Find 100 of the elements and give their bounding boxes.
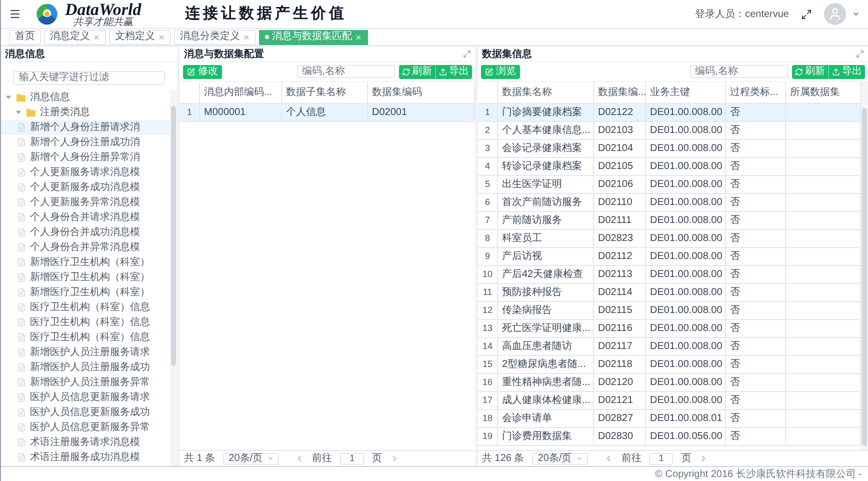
row-number: 17 [478,392,498,409]
row-number: 2 [478,122,498,139]
page-size-select[interactable]: 20条/页 [532,452,588,464]
table-cell: DE01.00.008.00 [646,248,726,265]
table-cell: 产后访视 [498,248,594,265]
table-cell: D02121 [594,392,646,409]
table-row[interactable]: 15 2型糖尿病患者随... D02118 DE01.00.008.00 否 [478,356,861,374]
tree-item[interactable]: 医疗卫生机构（科室）信息 [1,330,170,345]
table-row[interactable]: 19 门诊费用数据集 D02830 DE01.00.056.00 否 [478,428,861,446]
page-unit: 页 [372,452,382,466]
scrollbar[interactable] [170,90,177,466]
tree-folder[interactable]: 消息信息 [1,90,170,105]
tree-item[interactable]: 新增医护人员注册服务成功 [1,360,170,375]
tab[interactable]: 消息分类定义 [174,30,256,44]
table-cell: 否 [726,374,786,391]
table-row[interactable]: 5 出生医学证明 D02106 DE01.00.008.00 否 [478,176,861,194]
table-row[interactable]: 14 高血压患者随访 D02117 DE01.00.008.00 否 [478,338,861,356]
page-size-select[interactable]: 20条/页 [223,452,280,464]
tree-item-label: 新增个人身份注册成功消 [30,136,140,150]
table-row[interactable]: 6 首次产前随访服务 D02110 DE01.00.008.00 否 [478,194,861,212]
row-number: 12 [478,302,498,319]
table-cell: DE01.00.008.00 [646,104,726,121]
tree-item[interactable]: 个人更新服务请求消息模 [1,165,170,180]
tab[interactable]: 首页 [9,30,41,44]
page-unit: 页 [681,452,692,466]
table-row[interactable]: 17 成人健康体检健康... D02121 DE01.00.008.00 否 [478,392,861,410]
avatar[interactable] [824,3,846,25]
table-row[interactable]: 1 门诊摘要健康档案 D02122 DE01.00.008.00 否 [478,104,861,122]
tree-item[interactable]: 新增医疗卫生机构（科室） [1,255,170,270]
close-icon[interactable] [243,34,250,40]
document-icon [17,438,26,447]
page-input[interactable]: 1 [340,452,364,464]
tree-item[interactable]: 新增医护人员注册服务异常 [1,375,170,390]
table-cell: M000001 [200,104,282,121]
table-cell: 高血压患者随访 [498,338,594,355]
total-count: 共 1 条 [184,452,216,466]
chevron-down-icon [266,455,274,462]
search-field[interactable]: 编码,名称 [690,65,788,78]
row-number: 5 [478,176,498,193]
table-row[interactable]: 11 预防接种报告 D02114 DE01.00.008.00 否 [478,284,861,302]
tree-folder[interactable]: 注册类消息 [1,105,170,120]
tree-item[interactable]: 医护人员信息更新服务请求 [1,390,170,405]
table-cell: 会诊记录健康档案 [498,140,594,157]
tab[interactable]: 文档定义 [109,30,171,44]
tree-item[interactable]: 个人身份合并异常消息模 [1,240,170,255]
table-row[interactable]: 8 科室员工 D02823 DE01.00.008.00 否 [478,230,861,248]
tree-item[interactable]: 术语注册服务请求消息模 [1,435,170,450]
row-number: 14 [478,338,498,355]
tree-item[interactable]: 新增医疗卫生机构（科室） [1,270,170,285]
tab[interactable]: 消息定义 [44,30,106,44]
goto-label: 前往 [621,452,642,466]
table-cell: D02823 [594,230,646,247]
search-field[interactable]: 编码,名称 [297,65,395,78]
table-row[interactable]: 18 会诊申请单 D02827 DE01.00.008.01 否 [478,410,861,428]
tree-item[interactable]: 个人更新服务异常消息模 [1,195,170,210]
edit-icon [187,68,195,76]
table-row[interactable]: 16 重性精神病患者随... D02120 DE01.00.008.00 否 [478,374,861,392]
tree-item[interactable]: 新增个人身份注册请求消 [1,120,170,135]
table-row[interactable]: 12 传染病报告 D02115 DE01.00.008.00 否 [478,302,861,320]
table-cell: 产前随访服务 [498,212,594,229]
tree-item[interactable]: 新增个人身份注册成功消 [1,135,170,150]
table-row[interactable]: 4 转诊记录健康档案 D02105 DE01.00.008.00 否 [478,158,861,176]
tree-item[interactable]: 个人身份合并请求消息模 [1,210,170,225]
logo-text: DataWorld [65,0,142,18]
close-icon[interactable] [93,34,100,40]
tree-item[interactable]: 新增医疗卫生机构（科室） [1,285,170,300]
tree-item[interactable]: 个人更新服务成功消息模 [1,180,170,195]
table-row[interactable]: 9 产后访视 D02112 DE01.00.008.00 否 [478,248,861,266]
table-row[interactable]: 7 产前随访服务 D02111 DE01.00.008.00 否 [478,212,861,230]
table-row[interactable]: 2 个人基本健康信息... D02103 DE01.00.008.00 否 [478,122,861,140]
column-header: 数据集编码 [368,82,475,103]
close-icon[interactable] [158,34,165,40]
filter-field[interactable]: 输入关键字进行过滤 [13,70,165,84]
tree-item-label: 个人更新服务请求消息模 [30,166,140,180]
table-cell: DE01.00.008.01 [646,410,726,427]
table-cell: 否 [726,428,786,445]
tree-item[interactable]: 医护人员信息更新服务异常 [1,420,170,435]
table-row[interactable]: 3 会诊记录健康档案 D02104 DE01.00.008.00 否 [478,140,861,158]
scrollbar[interactable] [861,82,868,450]
tree-item[interactable]: 医疗卫生机构（科室）信息 [1,315,170,330]
fullscreen-icon[interactable] [801,8,812,20]
tree-item[interactable]: 新增医护人员注册服务请求 [1,345,170,360]
table-cell: 首次产前随访服务 [498,194,594,211]
row-number: 10 [478,266,498,283]
caret-icon[interactable] [852,10,860,18]
tree-item[interactable]: 个人身份合并成功消息模 [1,225,170,240]
table-cell: 否 [726,356,786,373]
tree-item[interactable]: 医疗卫生机构（科室）信息 [1,300,170,315]
table-row[interactable]: 10 产后42天健康检查 D02113 DE01.00.008.00 否 [478,266,861,284]
tree-item-label: 医疗卫生机构（科室）信息 [30,300,150,315]
tree-item[interactable]: 新增个人身份注册异常消 [1,150,170,165]
page-input[interactable]: 1 [649,452,674,464]
tree-item[interactable]: 医护人员信息更新服务成功 [1,405,170,420]
table-row[interactable]: 1 M000001 个人信息 D02001 [180,104,475,122]
table-cell: 否 [726,104,786,121]
menu-icon[interactable] [9,8,21,20]
table-row[interactable]: 13 死亡医学证明健康... D02116 DE01.00.008.00 否 [478,320,861,338]
tree-item[interactable]: 术语注册服务成功消息模 [1,450,170,465]
table-cell: 否 [726,338,786,355]
table-cell: D02118 [594,356,646,373]
